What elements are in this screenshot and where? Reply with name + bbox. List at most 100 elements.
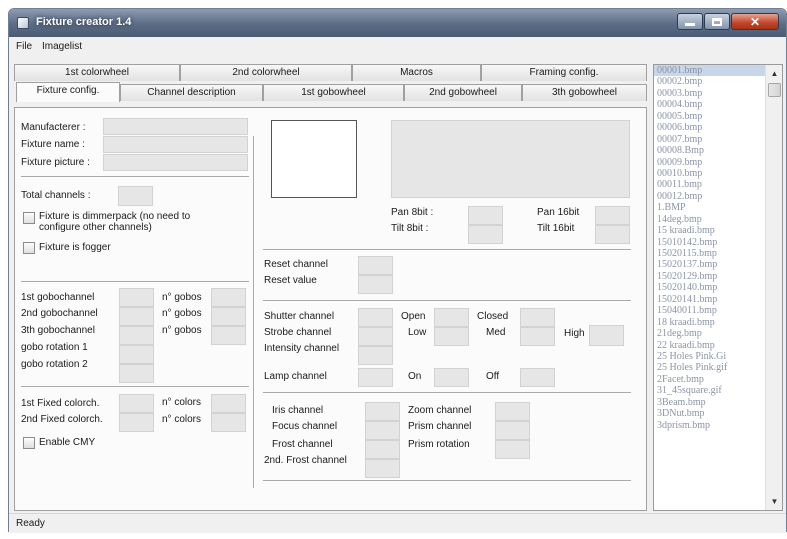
image-list-item[interactable]: 15020115.bmp — [654, 248, 766, 259]
gobo2-count-input[interactable] — [211, 307, 246, 326]
image-list-item[interactable]: 15020137.bmp — [654, 259, 766, 270]
image-list-item[interactable]: 00011.bmp — [654, 179, 766, 190]
tab-3th-gobowheel[interactable]: 3th gobowheel — [522, 84, 647, 101]
image-list-item[interactable]: 00003.bmp — [654, 88, 766, 99]
scroll-thumb[interactable] — [768, 83, 781, 97]
fixed-color2-input[interactable] — [119, 413, 154, 432]
tab-2nd-colorwheel[interactable]: 2nd colorwheel — [180, 64, 352, 81]
lamp-off-input[interactable] — [520, 368, 555, 387]
enable-cmy-checkbox[interactable] — [23, 437, 35, 449]
image-list-item[interactable]: 15020140.bmp — [654, 282, 766, 293]
shutter-channel-input[interactable] — [358, 308, 393, 327]
color1-count-input[interactable] — [211, 394, 246, 413]
shutter-closed-input[interactable] — [520, 308, 555, 327]
strobe-channel-input[interactable] — [358, 327, 393, 346]
gobo3-count-input[interactable] — [211, 326, 246, 345]
divider — [21, 176, 249, 178]
image-list-item[interactable]: 00010.bmp — [654, 168, 766, 179]
gobo-rotation2-input[interactable] — [119, 364, 154, 383]
pan-16bit-input[interactable] — [595, 206, 630, 225]
color2-count-input[interactable] — [211, 413, 246, 432]
gobo2-channel-input[interactable] — [119, 307, 154, 326]
total-channels-input[interactable] — [118, 186, 153, 206]
title-bar[interactable]: Fixture creator 1.4 ✕ — [9, 9, 786, 37]
lamp-channel-input[interactable] — [358, 368, 393, 387]
frost2-channel-input[interactable] — [365, 459, 400, 478]
strobe-med-input[interactable] — [520, 327, 555, 346]
frost-channel-input[interactable] — [365, 440, 400, 459]
image-list-item[interactable]: 00004.bmp — [654, 99, 766, 110]
image-list-item[interactable]: 31_45square.gif — [654, 385, 766, 396]
fixture-picture-input[interactable] — [103, 154, 248, 171]
menu-file[interactable]: File — [16, 41, 32, 52]
scroll-up-icon[interactable]: ▲ — [768, 67, 781, 80]
pan-8bit-input[interactable] — [468, 206, 503, 225]
image-list-item[interactable]: 3DNut.bmp — [654, 408, 766, 419]
tab-2nd-gobowheel[interactable]: 2nd gobowheel — [404, 84, 522, 101]
image-list-scrollbar[interactable]: ▲ ▼ — [765, 65, 782, 510]
tilt-16bit-input[interactable] — [595, 225, 630, 244]
image-list-item[interactable]: 00001.bmp — [654, 65, 766, 77]
image-list-item[interactable]: 00009.bmp — [654, 157, 766, 168]
image-list-item[interactable]: 15 kraadi.bmp — [654, 225, 766, 236]
intensity-channel-input[interactable] — [358, 346, 393, 365]
tab-framing-config[interactable]: Framing config. — [481, 64, 647, 81]
image-list-item[interactable]: 25 Holes Pink.Gi — [654, 351, 766, 362]
scroll-down-icon[interactable]: ▼ — [768, 495, 781, 508]
lamp-on-input[interactable] — [434, 368, 469, 387]
app-icon[interactable] — [17, 17, 29, 29]
prism-rotation-input[interactable] — [495, 440, 530, 459]
image-list-item[interactable]: 00007.bmp — [654, 134, 766, 145]
image-list-item[interactable]: 15020141.bmp — [654, 294, 766, 305]
image-list-item[interactable]: 00006.bmp — [654, 122, 766, 133]
image-list-item[interactable]: 22 kraadi.bmp — [654, 340, 766, 351]
image-list-item[interactable]: 2Facet.bmp — [654, 374, 766, 385]
tab-1st-colorwheel[interactable]: 1st colorwheel — [14, 64, 180, 81]
image-list-item[interactable]: 3dprism.bmp — [654, 420, 766, 431]
image-list-item[interactable]: 3Beam.bmp — [654, 397, 766, 408]
maximize-button[interactable] — [704, 13, 730, 30]
close-button[interactable]: ✕ — [731, 13, 779, 30]
gobo3-channel-input[interactable] — [119, 326, 154, 345]
image-list-item[interactable]: 21deg.bmp — [654, 328, 766, 339]
tab-channel-description[interactable]: Channel description — [120, 84, 263, 101]
pantilt-preview-area[interactable] — [391, 120, 630, 198]
tab-1st-gobowheel[interactable]: 1st gobowheel — [263, 84, 404, 101]
menu-imagelist[interactable]: Imagelist — [42, 41, 82, 52]
manufacturer-input[interactable] — [103, 118, 248, 135]
image-list-item[interactable]: 00008.Bmp — [654, 145, 766, 156]
image-list-item[interactable]: 15040011.bmp — [654, 305, 766, 316]
image-list-item[interactable]: 25 Holes Pink.gif — [654, 362, 766, 373]
gobo1-count-input[interactable] — [211, 288, 246, 307]
image-list-item[interactable]: 00002.bmp — [654, 76, 766, 87]
image-list-item[interactable]: 00012.bmp — [654, 191, 766, 202]
iris-channel-input[interactable] — [365, 402, 400, 421]
zoom-channel-input[interactable] — [495, 402, 530, 421]
gobo1-channel-input[interactable] — [119, 288, 154, 307]
image-list-item[interactable]: 00005.bmp — [654, 111, 766, 122]
tab-macros[interactable]: Macros — [352, 64, 481, 81]
focus-channel-input[interactable] — [365, 421, 400, 440]
fixed-color1-input[interactable] — [119, 394, 154, 413]
prism-channel-input[interactable] — [495, 421, 530, 440]
image-list-item[interactable]: 18 kraadi.bmp — [654, 317, 766, 328]
strobe-high-input[interactable] — [589, 325, 624, 346]
shutter-open-label: Open — [401, 311, 426, 322]
fixture-name-input[interactable] — [103, 136, 248, 153]
image-list-item[interactable]: 1.BMP — [654, 202, 766, 213]
gobo-rotation1-input[interactable] — [119, 345, 154, 364]
tab-fixture-config[interactable]: Fixture config. — [16, 82, 120, 102]
lamp-off-label: Off — [486, 371, 500, 382]
image-listbox[interactable]: 00001.bmp 00002.bmp 00003.bmp 00004.bmp 0000… — [653, 64, 783, 511]
tilt-8bit-input[interactable] — [468, 225, 503, 244]
dimmerpack-checkbox[interactable] — [23, 212, 35, 224]
reset-value-input[interactable] — [358, 275, 393, 294]
image-list-item[interactable]: 15020129.bmp — [654, 271, 766, 282]
image-list-item[interactable]: 15010142.bmp — [654, 237, 766, 248]
shutter-open-input[interactable] — [434, 308, 469, 327]
image-list-item[interactable]: 14deg.bmp — [654, 214, 766, 225]
fogger-checkbox[interactable] — [23, 242, 35, 254]
strobe-low-input[interactable] — [434, 327, 469, 346]
minimize-button[interactable] — [677, 13, 703, 30]
reset-channel-input[interactable] — [358, 256, 393, 275]
